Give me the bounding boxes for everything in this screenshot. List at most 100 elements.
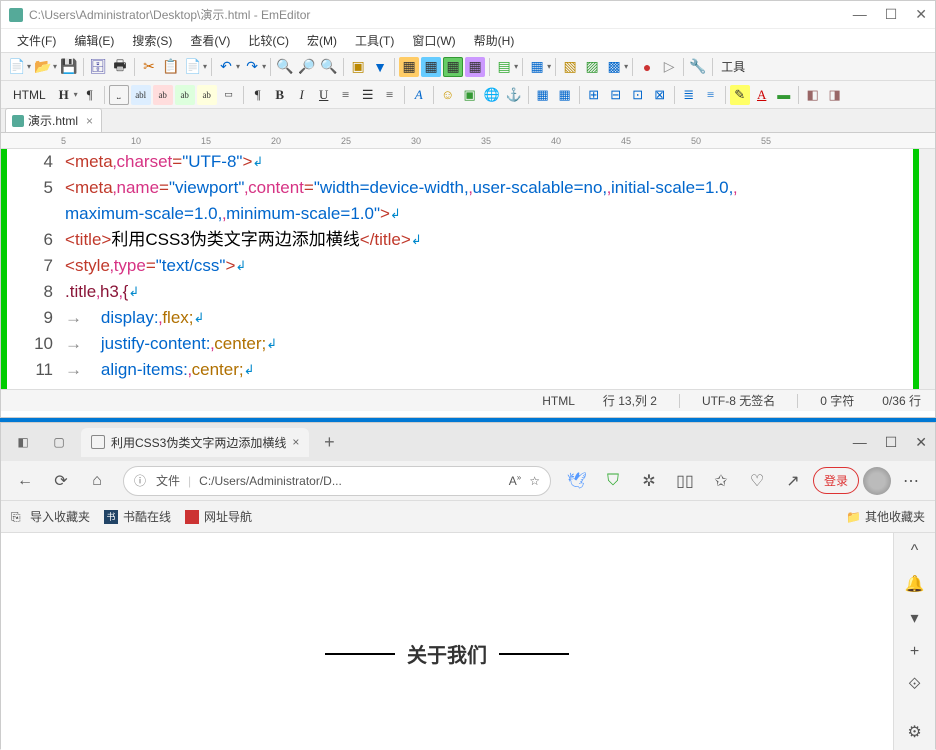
font-icon[interactable]: A xyxy=(409,85,429,105)
scrollbar-vertical[interactable] xyxy=(919,149,935,389)
para-icon[interactable]: ¶ xyxy=(80,85,100,105)
performance-icon[interactable]: ♡ xyxy=(741,465,773,497)
view3-icon[interactable]: ▦ xyxy=(443,57,463,77)
save-all-icon[interactable]: 🗄 xyxy=(88,57,108,77)
url-input[interactable]: ⓘ 文件 | C:/Users/Administrator/D... A» ☆ xyxy=(123,466,551,496)
tool5-icon[interactable]: 🔧 xyxy=(688,57,708,77)
view2-icon[interactable]: ▦ xyxy=(421,57,441,77)
favorite-icon[interactable]: ☆ xyxy=(529,474,540,488)
tool-icon[interactable]: ▦ xyxy=(527,57,547,77)
menu-help[interactable]: 帮助(H) xyxy=(466,30,523,51)
find-files-icon[interactable]: 🔍 xyxy=(319,57,339,77)
btn-icon[interactable]: ⎵ xyxy=(109,85,129,105)
image-icon[interactable]: ▣ xyxy=(460,85,480,105)
bold-button[interactable]: B xyxy=(270,85,290,105)
new-file-icon[interactable]: 📄 xyxy=(7,57,27,77)
settings-icon[interactable]: ⚙ xyxy=(905,722,925,742)
align-right-icon[interactable]: ≡ xyxy=(380,85,400,105)
file-tab[interactable]: 演示.html × xyxy=(5,108,102,132)
menu-search[interactable]: 搜索(S) xyxy=(124,30,180,51)
dropdown-icon[interactable]: ▾ xyxy=(53,62,57,71)
dropdown-icon[interactable]: ▾ xyxy=(74,90,78,99)
abc-icon[interactable]: abl xyxy=(131,85,151,105)
align-center-icon[interactable]: ☰ xyxy=(358,85,378,105)
crop-icon[interactable]: ⟐ xyxy=(905,675,925,694)
code-editor[interactable]: <meta‚charset="UTF-8">↲<meta‚name="viewp… xyxy=(61,149,913,389)
extensions-icon[interactable]: ✲ xyxy=(633,465,665,497)
share-icon[interactable]: ↗ xyxy=(777,465,809,497)
tool4-icon[interactable]: ▩ xyxy=(604,57,624,77)
menu-tools[interactable]: 工具(T) xyxy=(347,30,402,51)
home-button[interactable]: ⌂ xyxy=(81,465,113,497)
bookmark-item-2[interactable]: 网址导航 xyxy=(185,508,252,525)
extra2-icon[interactable]: ◨ xyxy=(825,85,845,105)
tool3-icon[interactable]: ▨ xyxy=(582,57,602,77)
favorites-icon[interactable]: ✩ xyxy=(705,465,737,497)
menu-edit[interactable]: 编辑(E) xyxy=(66,30,122,51)
play-icon[interactable]: ▷ xyxy=(659,57,679,77)
dropdown-icon[interactable]: ▾ xyxy=(203,62,207,71)
import-bookmarks[interactable]: ⎘ 导入收藏夹 xyxy=(11,508,90,525)
box4-icon[interactable]: ▭ xyxy=(219,85,239,105)
para2-icon[interactable]: ¶ xyxy=(248,85,268,105)
heading-icon[interactable]: H xyxy=(54,85,74,105)
chevron-down-icon[interactable]: ▾ xyxy=(905,608,925,628)
list1-icon[interactable]: ≣ xyxy=(679,85,699,105)
redo-icon[interactable]: ↷ xyxy=(242,57,262,77)
tab-close-icon[interactable]: × xyxy=(292,435,299,449)
copy-icon[interactable]: 📋 xyxy=(161,57,181,77)
menu-file[interactable]: 文件(F) xyxy=(9,30,64,51)
maximize-button[interactable]: ☐ xyxy=(885,6,898,23)
italic-button[interactable]: I xyxy=(292,85,312,105)
back-button[interactable]: ← xyxy=(9,465,41,497)
link-icon[interactable]: 🌐 xyxy=(482,85,502,105)
dropdown-icon[interactable]: ▾ xyxy=(27,62,31,71)
print-icon[interactable]: 🖶 xyxy=(110,57,130,77)
cut-icon[interactable]: ✂ xyxy=(139,57,159,77)
anchor-icon[interactable]: ⚓ xyxy=(504,85,524,105)
dropdown-icon[interactable]: ▾ xyxy=(262,62,266,71)
minimize-button[interactable]: — xyxy=(853,434,867,451)
color-a-icon[interactable]: A xyxy=(752,85,772,105)
table-icon[interactable]: ▦ xyxy=(533,85,553,105)
align-left-icon[interactable]: ≡ xyxy=(336,85,356,105)
browser-tab[interactable]: 利用CSS3伪类文字两边添加横线 × xyxy=(81,428,309,457)
view1-icon[interactable]: ▦ xyxy=(399,57,419,77)
notification-icon[interactable]: 🔔 xyxy=(905,574,925,594)
dropdown-icon[interactable]: ▾ xyxy=(236,62,240,71)
view4-icon[interactable]: ▦ xyxy=(465,57,485,77)
read-aloud-icon[interactable]: A» xyxy=(509,473,521,488)
menu-compare[interactable]: 比较(C) xyxy=(240,30,297,51)
box3-icon[interactable]: ab xyxy=(197,85,217,105)
underline-button[interactable]: U xyxy=(314,85,334,105)
bookmark-item-1[interactable]: 书 书酷在线 xyxy=(104,508,171,525)
doc-icon[interactable]: ▤ xyxy=(494,57,514,77)
open-file-icon[interactable]: 📂 xyxy=(33,57,53,77)
new-tab-button[interactable]: + xyxy=(317,430,341,454)
dropdown-icon[interactable]: ▾ xyxy=(547,62,551,71)
ext1-icon[interactable]: 🕊 xyxy=(561,465,593,497)
bgcolor-icon[interactable]: ▬ xyxy=(774,85,794,105)
list2-icon[interactable]: ≡ xyxy=(701,85,721,105)
collections-icon[interactable]: ▯▯ xyxy=(669,465,701,497)
login-button[interactable]: 登录 xyxy=(813,467,859,494)
tab-close-icon[interactable]: × xyxy=(86,114,93,128)
dropdown-icon[interactable]: ▾ xyxy=(624,62,628,71)
table2-icon[interactable]: ▦ xyxy=(555,85,575,105)
maximize-button[interactable]: ☐ xyxy=(885,434,898,451)
tool2-icon[interactable]: ▧ xyxy=(560,57,580,77)
grid4-icon[interactable]: ⊠ xyxy=(650,85,670,105)
paste-icon[interactable]: 📄 xyxy=(183,57,203,77)
menu-window[interactable]: 窗口(W) xyxy=(404,30,463,51)
other-bookmarks[interactable]: 📁 其他收藏夹 xyxy=(846,508,925,525)
emoji-icon[interactable]: ☺ xyxy=(438,85,458,105)
lang-mode-label[interactable]: HTML xyxy=(7,88,52,102)
record-icon[interactable]: ● xyxy=(637,57,657,77)
tab-list-icon[interactable]: ▢ xyxy=(45,428,73,456)
grid1-icon[interactable]: ⊞ xyxy=(584,85,604,105)
save-icon[interactable]: 💾 xyxy=(59,57,79,77)
plus-icon[interactable]: + xyxy=(905,642,925,661)
grid3-icon[interactable]: ⊡ xyxy=(628,85,648,105)
refresh-button[interactable]: ⟳ xyxy=(45,465,77,497)
more-menu-icon[interactable]: ⋯ xyxy=(895,465,927,497)
